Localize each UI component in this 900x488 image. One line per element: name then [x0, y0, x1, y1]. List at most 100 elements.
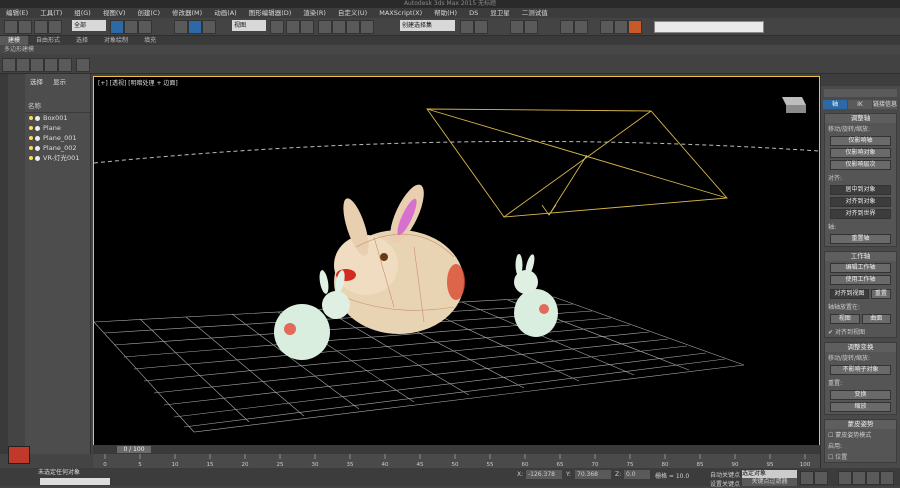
- menu-graph-editors[interactable]: 图形编辑器(D): [243, 8, 298, 18]
- list-item[interactable]: Box001: [25, 113, 90, 123]
- center-to-object-button[interactable]: 居中到对象: [830, 185, 891, 195]
- move-icon[interactable]: [174, 20, 188, 34]
- percent-snap-icon[interactable]: [346, 20, 360, 34]
- maximize-viewport-icon[interactable]: [880, 471, 894, 485]
- place-surface-button[interactable]: 曲面: [861, 314, 891, 324]
- menu-extra-1[interactable]: 显卫星: [484, 8, 516, 18]
- render-setup-icon[interactable]: [600, 20, 614, 34]
- keyboard-shortcut-icon[interactable]: [300, 20, 314, 34]
- use-working-pivot-button[interactable]: 使用工作轴: [830, 275, 891, 285]
- visibility-icon[interactable]: [35, 125, 40, 131]
- filter-lights-icon[interactable]: [44, 58, 58, 72]
- material-editor-icon[interactable]: [574, 20, 588, 34]
- affect-hierarchy-only-button[interactable]: 仅影响层次: [830, 160, 891, 170]
- rollout-header[interactable]: 蒙皮姿势: [825, 420, 896, 429]
- redo-icon[interactable]: [18, 20, 32, 34]
- tab-freeform[interactable]: 自由形式: [28, 36, 68, 45]
- tab-selection[interactable]: 选择: [68, 36, 96, 45]
- mirror-icon[interactable]: [460, 20, 474, 34]
- zoom-icon[interactable]: [838, 471, 852, 485]
- filter-geometry-icon[interactable]: [2, 58, 16, 72]
- key-filters-button[interactable]: 关键点过滤器: [742, 478, 797, 486]
- render-icon[interactable]: [628, 20, 642, 34]
- time-slider[interactable]: 0 / 100: [93, 445, 820, 454]
- spinner-snap-icon[interactable]: [360, 20, 374, 34]
- scale-icon[interactable]: [202, 20, 216, 34]
- menu-view[interactable]: 视图(V): [97, 8, 132, 18]
- list-item[interactable]: Plane_002: [25, 143, 90, 153]
- menu-extra-2[interactable]: 二测试值: [516, 8, 554, 18]
- visibility-icon[interactable]: [35, 135, 40, 141]
- pan-icon[interactable]: [852, 471, 866, 485]
- select-object-icon[interactable]: [110, 20, 124, 34]
- reset-working-pivot-button[interactable]: 重置: [870, 289, 891, 299]
- orbit-icon[interactable]: [866, 471, 880, 485]
- layer-icon[interactable]: [510, 20, 524, 34]
- rollout-header[interactable]: 调整变换: [825, 343, 896, 352]
- list-item[interactable]: Plane: [25, 123, 90, 133]
- maxscript-listener-icon[interactable]: [8, 446, 30, 464]
- time-slider-thumb[interactable]: 0 / 100: [117, 446, 151, 453]
- align-to-object-button[interactable]: 对齐到对象: [830, 197, 891, 207]
- visibility-icon[interactable]: [35, 145, 40, 151]
- play-icon[interactable]: [800, 471, 814, 485]
- menu-help[interactable]: 帮助(H): [428, 8, 463, 18]
- snap-icon[interactable]: [318, 20, 332, 34]
- ribbon-subtab[interactable]: 多边形建模: [0, 45, 900, 54]
- position-checkbox[interactable]: ☐ 位置: [825, 451, 896, 462]
- bulb-icon[interactable]: [29, 156, 33, 160]
- next-frame-icon[interactable]: [814, 471, 828, 485]
- pivot-icon[interactable]: [270, 20, 284, 34]
- align-to-world-button[interactable]: 对齐到世界: [830, 209, 891, 219]
- schematic-view-icon[interactable]: [560, 20, 574, 34]
- rotate-icon[interactable]: [188, 20, 202, 34]
- align-icon[interactable]: [474, 20, 488, 34]
- y-coordinate-field[interactable]: 70.368: [575, 470, 611, 479]
- place-view-button[interactable]: 视图: [830, 314, 860, 324]
- display-all-icon[interactable]: [76, 58, 90, 72]
- filter-cameras-icon[interactable]: [30, 58, 44, 72]
- affect-pivot-only-button[interactable]: 仅影响轴: [830, 136, 891, 146]
- selected-dropdown[interactable]: 选定对象: [742, 470, 797, 478]
- reference-coord-dropdown[interactable]: 视图: [232, 20, 266, 31]
- render-frame-icon[interactable]: [614, 20, 628, 34]
- tab-link-info[interactable]: 链接信息: [873, 100, 897, 109]
- rollout-header[interactable]: 调整轴: [825, 114, 896, 123]
- x-coordinate-field[interactable]: -126.378: [526, 470, 562, 479]
- menu-rendering[interactable]: 渲染(R): [297, 8, 332, 18]
- list-item[interactable]: VR-灯光001: [25, 153, 90, 163]
- reset-scale-button[interactable]: 缩放: [830, 402, 891, 412]
- menu-modifiers[interactable]: 修改器(M): [166, 8, 208, 18]
- undo-icon[interactable]: [4, 20, 18, 34]
- list-item[interactable]: Plane_001: [25, 133, 90, 143]
- maxscript-mini-listener[interactable]: [40, 478, 110, 485]
- named-selection-dropdown[interactable]: 创建选择集: [400, 20, 455, 31]
- rollout-header[interactable]: 工作轴: [825, 252, 896, 261]
- edit-working-pivot-button[interactable]: 编辑工作轴: [830, 263, 891, 273]
- bulb-icon[interactable]: [29, 116, 33, 120]
- tab-populate[interactable]: 填充: [136, 36, 164, 45]
- menu-maxscript[interactable]: MAXScript(X): [373, 8, 428, 18]
- tab-display[interactable]: 显示: [48, 74, 71, 88]
- selection-filter-dropdown[interactable]: 全部: [72, 20, 106, 31]
- track-bar[interactable]: 0 5 10 15 20 25 30 35 40 45 50 55 60 65 70 75 80 85 90 95 10…: [93, 454, 820, 468]
- bulb-icon[interactable]: [29, 136, 33, 140]
- perspective-viewport[interactable]: [+] [透视] [明暗处理 + 边面]: [93, 76, 820, 454]
- object-name-field[interactable]: [824, 89, 897, 97]
- select-by-name-icon[interactable]: [124, 20, 138, 34]
- filter-helpers-icon[interactable]: [58, 58, 72, 72]
- bulb-icon[interactable]: [29, 146, 33, 150]
- menu-create[interactable]: 创建(C): [131, 8, 166, 18]
- unlink-icon[interactable]: [48, 20, 62, 34]
- bulb-icon[interactable]: [29, 126, 33, 130]
- light-icon[interactable]: [35, 155, 40, 161]
- skin-pose-checkbox[interactable]: ☐ 蒙皮姿势模式: [825, 429, 896, 440]
- tab-pivot[interactable]: 轴: [823, 100, 847, 109]
- visibility-icon[interactable]: [35, 115, 40, 121]
- ime-toolbar[interactable]: [654, 21, 764, 33]
- link-icon[interactable]: [34, 20, 48, 34]
- menu-tools[interactable]: 工具(T): [34, 8, 68, 18]
- command-panel-tabs[interactable]: [821, 74, 900, 86]
- align-to-view-button[interactable]: 对齐到视图: [830, 289, 869, 299]
- select-manipulate-icon[interactable]: [286, 20, 300, 34]
